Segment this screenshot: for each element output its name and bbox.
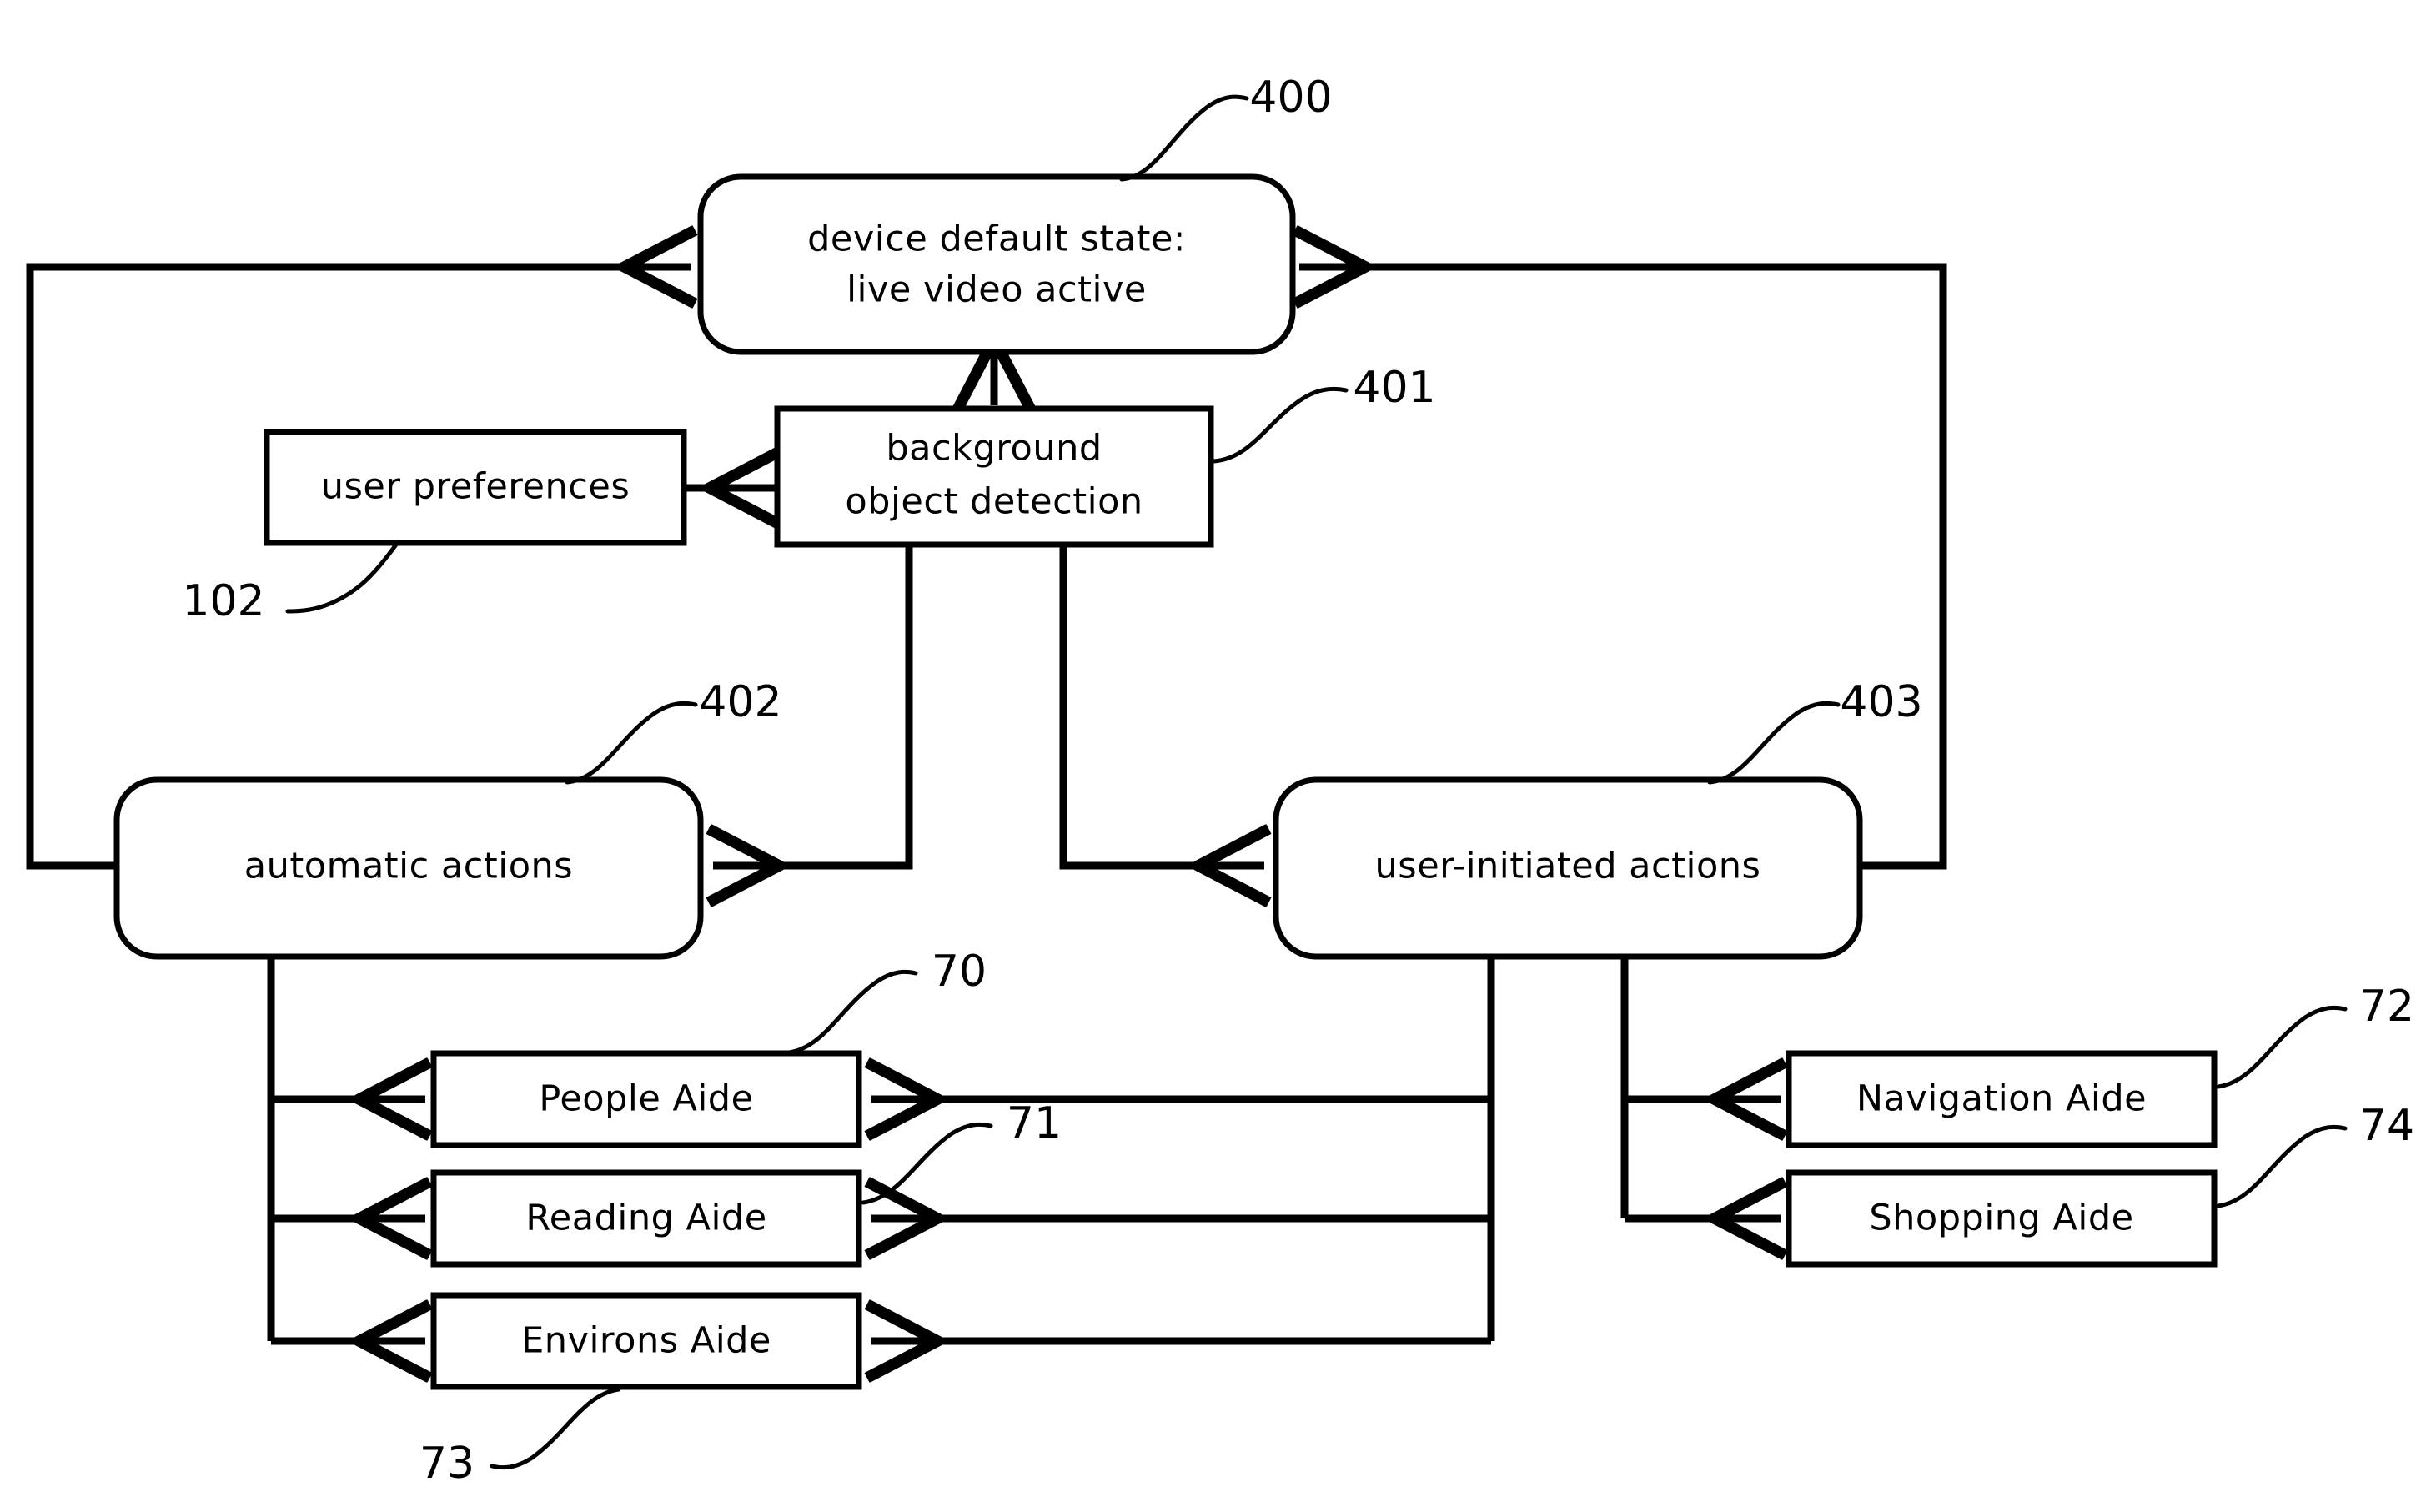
- node-user-initiated-actions-label: user-initiated actions: [1375, 846, 1761, 887]
- node-automatic-actions-label: automatic actions: [244, 846, 573, 887]
- ref-numeral-74: 74: [2359, 1101, 2414, 1151]
- leader-line-401: [1211, 386, 1349, 464]
- edge-automatic-actions-feedback-to-default-state: [26, 267, 691, 870]
- node-people-aide-label: People Aide: [539, 1078, 753, 1120]
- ref-numeral-401: 401: [1353, 363, 1435, 413]
- leader-line-70: [786, 969, 918, 1055]
- leader-line-73: [490, 1387, 621, 1470]
- leader-line-72: [2216, 1005, 2348, 1089]
- node-default-state-line2: live video active: [846, 269, 1147, 311]
- node-layer: device default state: live video active …: [113, 173, 2218, 1390]
- node-user-preferences-label: user preferences: [321, 466, 630, 508]
- node-shopping-aide-label: Shopping Aide: [1869, 1198, 2133, 1239]
- node-navigation-aide-label: Navigation Aide: [1856, 1078, 2147, 1120]
- edge-user-initiated-actions-feedback-to-default-state: [1299, 267, 1947, 870]
- node-reading-aide-label: Reading Aide: [525, 1198, 766, 1239]
- node-environs-aide-label: Environs Aide: [521, 1320, 771, 1362]
- leader-line-74: [2216, 1124, 2348, 1208]
- leader-line-403: [1707, 701, 1841, 785]
- ref-numeral-73: 73: [419, 1439, 475, 1489]
- ref-numeral-102: 102: [182, 576, 264, 626]
- ref-numeral-402: 402: [699, 677, 781, 727]
- node-background-detection-line2: object detection: [845, 481, 1143, 523]
- leader-line-102: [285, 542, 399, 614]
- leader-line-400: [1119, 94, 1249, 182]
- diagram-canvas: device default state: live video active …: [26, 73, 2414, 1489]
- ref-numeral-72: 72: [2359, 982, 2414, 1032]
- leader-line-402: [565, 701, 698, 785]
- edge-background-detection-to-user-initiated-actions: [1059, 544, 1264, 866]
- node-default-state-line1: device default state:: [807, 219, 1186, 260]
- ref-numeral-403: 403: [1840, 677, 1922, 727]
- node-default-state[interactable]: [697, 173, 1296, 355]
- ref-numeral-71: 71: [1007, 1098, 1062, 1148]
- patent-flow-diagram: device default state: live video active …: [0, 0, 2426, 1512]
- leader-line-71: [861, 1122, 993, 1205]
- ref-numeral-70: 70: [932, 947, 987, 997]
- node-background-detection-line1: background: [886, 428, 1102, 470]
- ref-numeral-400: 400: [1249, 73, 1332, 123]
